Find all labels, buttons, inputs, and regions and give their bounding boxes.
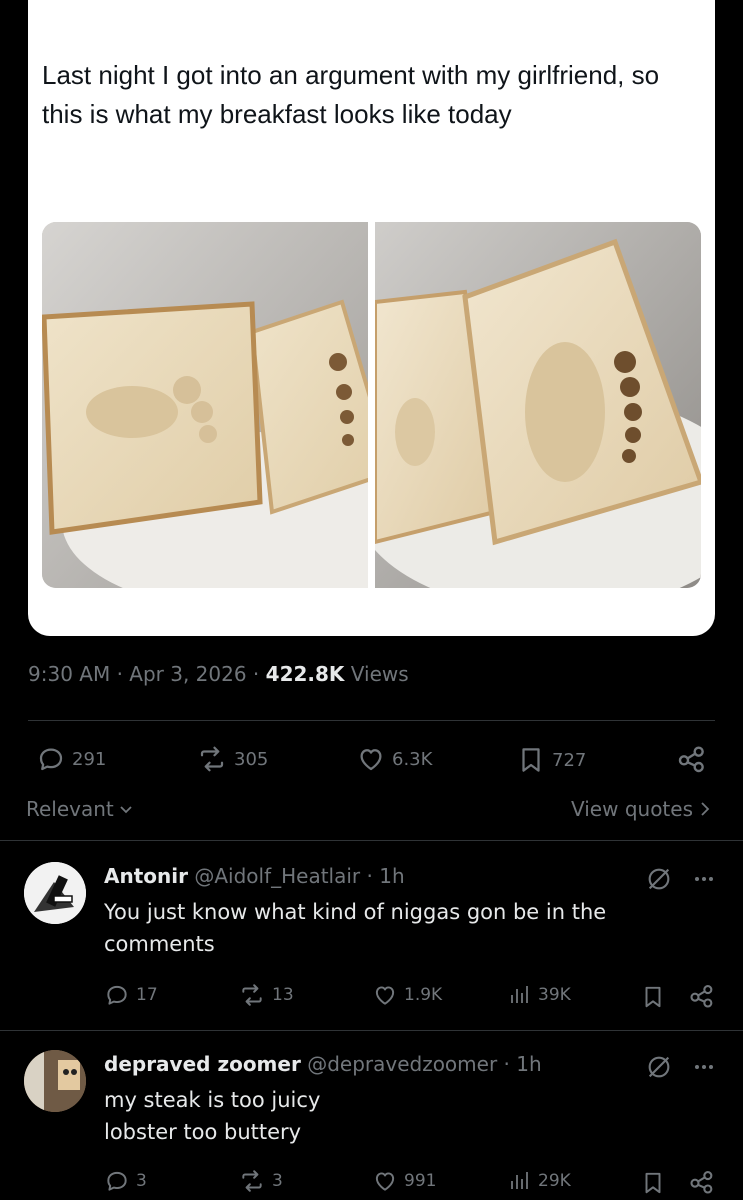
share-button[interactable] (676, 743, 708, 775)
sort-dropdown[interactable]: Relevant (26, 797, 134, 821)
views-count: 29K (538, 1171, 571, 1191)
repost-icon (200, 746, 224, 772)
reply-icon (39, 748, 63, 771)
like-icon (375, 1172, 395, 1191)
divider (28, 720, 715, 721)
views-count: 422.8K (265, 662, 345, 686)
more-icon[interactable] (692, 1058, 716, 1076)
reply-icon (107, 985, 127, 1005)
reply-button[interactable]: 291 (36, 744, 106, 774)
post-timestamp: 9:30 AM · Apr 3, 2026 · (28, 662, 266, 686)
avatar[interactable] (24, 1050, 86, 1112)
like-button[interactable]: 991 (372, 1168, 436, 1194)
repost-button[interactable]: 3 (238, 1168, 283, 1194)
reply-header: Antonir @Aidolf_Heatlair · 1h (104, 864, 405, 888)
views-count: 39K (538, 985, 571, 1005)
reply-author-handle[interactable]: @Aidolf_Heatlair · 1h (194, 864, 404, 888)
views-button[interactable]: 39K (508, 982, 571, 1008)
reply-author-name[interactable]: Antonir (104, 864, 188, 888)
repost-count: 3 (272, 1171, 283, 1191)
reply-count: 17 (136, 985, 158, 1005)
views-label: Views (344, 662, 409, 686)
reply-header: depraved zoomer @depravedzoomer · 1h (104, 1052, 542, 1076)
reply-author-handle[interactable]: @depravedzoomer · 1h (307, 1052, 541, 1076)
reply-text: You just know what kind of niggas gon be… (104, 900, 607, 956)
embedded-post-card: Last night I got into an argument with m… (28, 0, 715, 636)
views-icon (511, 1172, 528, 1189)
view-quotes-label: View quotes (571, 797, 693, 821)
share-icon (678, 746, 704, 773)
more-icon[interactable] (692, 870, 716, 888)
like-icon (375, 986, 395, 1005)
grok-icon[interactable] (645, 865, 673, 893)
reply-text-line: my steak is too juicy (104, 1088, 321, 1112)
views-icon (511, 986, 528, 1003)
repost-icon (242, 1170, 262, 1192)
post-meta: 9:30 AM · Apr 3, 2026 · 422.8K Views (28, 662, 409, 686)
reply-text-line: lobster too buttery (104, 1120, 302, 1144)
repost-count: 305 (234, 748, 269, 770)
bookmark-button[interactable]: 727 (516, 744, 586, 776)
divider (0, 1030, 743, 1031)
reply-text: my steak is too juicy lobster too butter… (104, 1084, 664, 1148)
chevron-down-icon (120, 806, 132, 814)
like-count: 991 (404, 1171, 437, 1191)
repost-button[interactable]: 13 (238, 982, 294, 1008)
divider (0, 840, 743, 841)
post-photo-right[interactable] (375, 222, 701, 588)
bookmark-count: 727 (552, 749, 587, 771)
like-button[interactable]: 6.3K (356, 744, 432, 774)
reply-button[interactable]: 17 (104, 982, 158, 1008)
grok-icon[interactable] (645, 1053, 673, 1081)
reply-author-name[interactable]: depraved zoomer (104, 1052, 301, 1076)
views-button[interactable]: 29K (508, 1168, 571, 1194)
bookmark-icon[interactable] (640, 1169, 666, 1197)
share-icon[interactable] (688, 982, 716, 1010)
post-photo-left[interactable] (42, 222, 368, 588)
like-count: 6.3K (392, 748, 433, 770)
reply-count: 291 (72, 748, 107, 770)
chevron-right-icon (701, 802, 710, 816)
like-count: 1.9K (404, 985, 443, 1005)
view-quotes-link[interactable]: View quotes (571, 797, 711, 821)
reply-count: 3 (136, 1171, 147, 1191)
like-button[interactable]: 1.9K (372, 982, 442, 1008)
sort-label: Relevant (26, 797, 114, 821)
share-icon[interactable] (688, 1168, 716, 1196)
repost-count: 13 (272, 985, 294, 1005)
bookmark-icon[interactable] (640, 983, 666, 1011)
avatar[interactable] (24, 862, 86, 924)
reply-icon (107, 1171, 127, 1191)
repost-icon (242, 984, 262, 1006)
bookmark-icon (522, 748, 540, 772)
repost-button[interactable]: 305 (196, 744, 268, 774)
reply-button[interactable]: 3 (104, 1168, 147, 1194)
post-text: Last night I got into an argument with m… (42, 60, 660, 129)
like-icon (360, 749, 382, 771)
